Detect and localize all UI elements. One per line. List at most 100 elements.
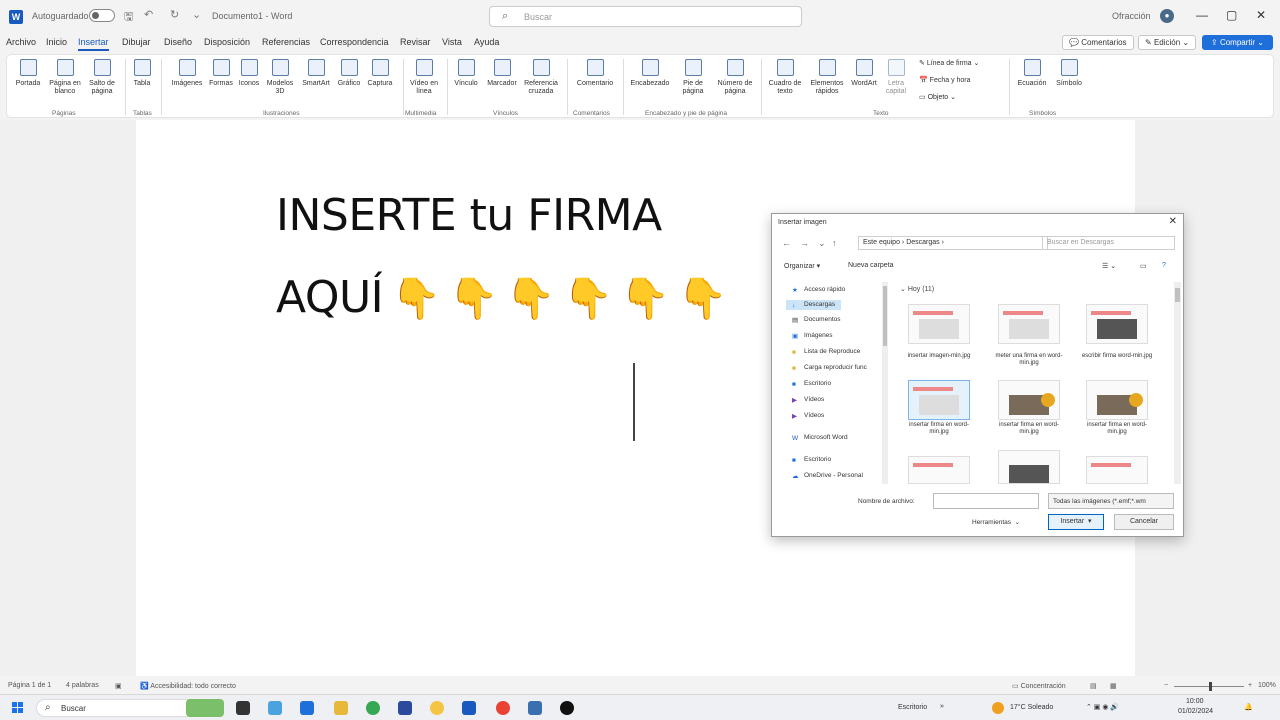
app-icon[interactable] bbox=[560, 701, 574, 715]
back-icon[interactable]: ← bbox=[782, 238, 791, 248]
chrome-icon[interactable] bbox=[366, 701, 380, 715]
file-name[interactable]: insertar imagen-min.jpg bbox=[900, 353, 978, 360]
drop-cap-button[interactable]: Letra capital bbox=[881, 59, 911, 96]
file-thumbnail[interactable] bbox=[1086, 304, 1148, 344]
shapes-button[interactable]: Formas bbox=[207, 59, 235, 88]
tab-disposicion[interactable]: Disposición bbox=[204, 37, 250, 47]
app-icon[interactable] bbox=[430, 701, 444, 715]
teams-icon[interactable] bbox=[300, 701, 314, 715]
screenshot-button[interactable]: Captura bbox=[365, 59, 395, 88]
tab-vista[interactable]: Vista bbox=[442, 37, 462, 47]
close-icon[interactable]: ✕ bbox=[1169, 216, 1177, 227]
undo-icon[interactable]: ↶ bbox=[144, 8, 153, 21]
tray-icons[interactable]: ⌃ ▣ ◉ 🔊 bbox=[1086, 703, 1119, 711]
zoom-slider-handle[interactable] bbox=[1209, 682, 1212, 691]
insert-button[interactable]: Insertar ▾ bbox=[1048, 514, 1104, 530]
file-thumbnail[interactable] bbox=[1086, 456, 1148, 484]
file-explorer-icon[interactable] bbox=[334, 701, 348, 715]
new-folder-button[interactable]: Nueva carpeta bbox=[848, 262, 894, 269]
online-video-button[interactable]: Vídeo en línea bbox=[407, 59, 441, 96]
quick-parts-button[interactable]: Elementos rápidos bbox=[807, 59, 847, 96]
restore-icon[interactable]: ▢ bbox=[1226, 8, 1237, 22]
chrome-icon[interactable] bbox=[496, 701, 510, 715]
editing-button[interactable]: ✎ Edición ⌄ bbox=[1138, 35, 1197, 50]
3d-models-button[interactable]: Modelos 3D bbox=[263, 59, 297, 96]
tab-revisar[interactable]: Revisar bbox=[400, 37, 431, 47]
share-button[interactable]: ⇪ Compartir ⌄ bbox=[1202, 35, 1273, 50]
up-icon[interactable]: ↑ bbox=[832, 238, 837, 248]
recent-icon[interactable]: ⌄ bbox=[818, 238, 826, 249]
user-name[interactable]: Ofracción bbox=[1112, 11, 1151, 21]
page-count[interactable]: Página 1 de 1 bbox=[8, 682, 51, 689]
close-icon[interactable]: ✕ bbox=[1256, 8, 1266, 22]
address-bar[interactable]: Este equipo › Descargas › bbox=[858, 236, 1048, 250]
zoom-level[interactable]: 100% bbox=[1258, 682, 1276, 689]
tab-inicio[interactable]: Inicio bbox=[46, 37, 67, 47]
preview-pane-icon[interactable]: ▭ bbox=[1140, 262, 1147, 270]
chart-button[interactable]: Gráfico bbox=[335, 59, 363, 88]
chevron-right-icon[interactable]: » bbox=[940, 703, 944, 710]
notifications-icon[interactable]: 🔔 bbox=[1244, 703, 1253, 711]
tab-dibujar[interactable]: Dibujar bbox=[122, 37, 151, 47]
signature-line-button[interactable]: ✎ Línea de firma ⌄ bbox=[919, 59, 979, 67]
dialog-search-input[interactable]: Buscar en Descargas bbox=[1042, 236, 1175, 250]
app-icon[interactable] bbox=[528, 701, 542, 715]
web-layout-icon[interactable]: ▦ bbox=[1110, 682, 1117, 690]
smartart-button[interactable]: SmartArt bbox=[299, 59, 333, 88]
nav-videos[interactable]: ▶ Vídeos bbox=[792, 412, 824, 420]
help-icon[interactable]: ? bbox=[1162, 262, 1166, 269]
weather-status[interactable]: 17°C Soleado bbox=[1010, 704, 1053, 711]
equation-button[interactable]: Ecuación bbox=[1013, 59, 1051, 88]
view-options-icon[interactable]: ☰ ⌄ bbox=[1102, 262, 1116, 270]
files-scrollbar[interactable] bbox=[1174, 282, 1181, 484]
avatar[interactable]: ● bbox=[1160, 9, 1174, 23]
file-thumbnail[interactable] bbox=[998, 450, 1060, 484]
file-thumbnail[interactable] bbox=[998, 304, 1060, 344]
page-number-button[interactable]: Número de página bbox=[713, 59, 757, 96]
file-thumbnail-selected[interactable] bbox=[908, 380, 970, 420]
cover-page-button[interactable]: Portada bbox=[13, 59, 43, 88]
nav-scrollbar[interactable] bbox=[882, 282, 888, 484]
cross-reference-button[interactable]: Referencia cruzada bbox=[521, 59, 561, 96]
nav-videos[interactable]: ▶ Vídeos bbox=[792, 396, 824, 404]
file-name[interactable]: meter una firma en word-min.jpg bbox=[990, 353, 1068, 367]
tab-archivo[interactable]: Archivo bbox=[6, 37, 36, 47]
cancel-button[interactable]: Cancelar bbox=[1114, 514, 1174, 530]
file-name[interactable]: escribir firma word-min.jpg bbox=[1078, 353, 1156, 360]
print-layout-icon[interactable]: ▤ bbox=[1090, 682, 1097, 690]
accessibility-status[interactable]: ♿ Accesibilidad: todo correcto bbox=[140, 682, 236, 690]
autosave-toggle[interactable] bbox=[89, 9, 115, 22]
icons-button[interactable]: Iconos bbox=[237, 59, 261, 88]
nav-downloads[interactable]: ↓ Descargas bbox=[786, 300, 842, 310]
pictures-button[interactable]: Imágenes bbox=[169, 59, 205, 88]
windows-start-icon[interactable] bbox=[12, 702, 24, 714]
nav-folder[interactable]: ■ Lista de Reproduce bbox=[792, 348, 860, 356]
redo-icon[interactable]: ↻ bbox=[170, 8, 179, 21]
date-time-button[interactable]: 📅 Fecha y hora bbox=[919, 76, 971, 84]
tools-button[interactable]: Herramientas ⌄ bbox=[972, 518, 1020, 526]
search-box[interactable]: ⌕ Buscar bbox=[489, 6, 802, 27]
object-button[interactable]: ▭ Objeto ⌄ bbox=[919, 93, 956, 101]
organize-button[interactable]: Organizar ▾ bbox=[784, 262, 820, 270]
widgets-icon[interactable] bbox=[268, 701, 282, 715]
word-count[interactable]: 4 palabras bbox=[66, 682, 99, 689]
file-thumbnail[interactable] bbox=[1086, 380, 1148, 420]
forward-icon[interactable]: → bbox=[800, 238, 809, 248]
file-thumbnail[interactable] bbox=[998, 380, 1060, 420]
symbol-button[interactable]: Símbolo bbox=[1051, 59, 1087, 88]
wordart-button[interactable]: WordArt bbox=[849, 59, 879, 88]
tab-diseno[interactable]: Diseño bbox=[164, 37, 192, 47]
task-view-icon[interactable] bbox=[236, 701, 250, 715]
nav-pictures[interactable]: ▣ Imágenes bbox=[792, 332, 833, 340]
nav-folder[interactable]: ■ Carga reproducir func bbox=[792, 364, 867, 372]
search-highlight-image[interactable] bbox=[186, 699, 224, 717]
clock-date[interactable]: 01/02/2024 bbox=[1178, 708, 1213, 715]
blank-page-button[interactable]: Página en blanco bbox=[47, 59, 83, 96]
filename-input[interactable] bbox=[933, 493, 1039, 509]
nav-onedrive[interactable]: ☁ OneDrive - Personal bbox=[792, 472, 863, 480]
bookmark-button[interactable]: Marcador bbox=[485, 59, 519, 88]
tab-insertar[interactable]: Insertar bbox=[78, 37, 109, 51]
file-thumbnail[interactable] bbox=[908, 456, 970, 484]
table-button[interactable]: Tabla bbox=[129, 59, 155, 88]
nav-quick-access[interactable]: ★ Acceso rápido bbox=[792, 286, 845, 294]
